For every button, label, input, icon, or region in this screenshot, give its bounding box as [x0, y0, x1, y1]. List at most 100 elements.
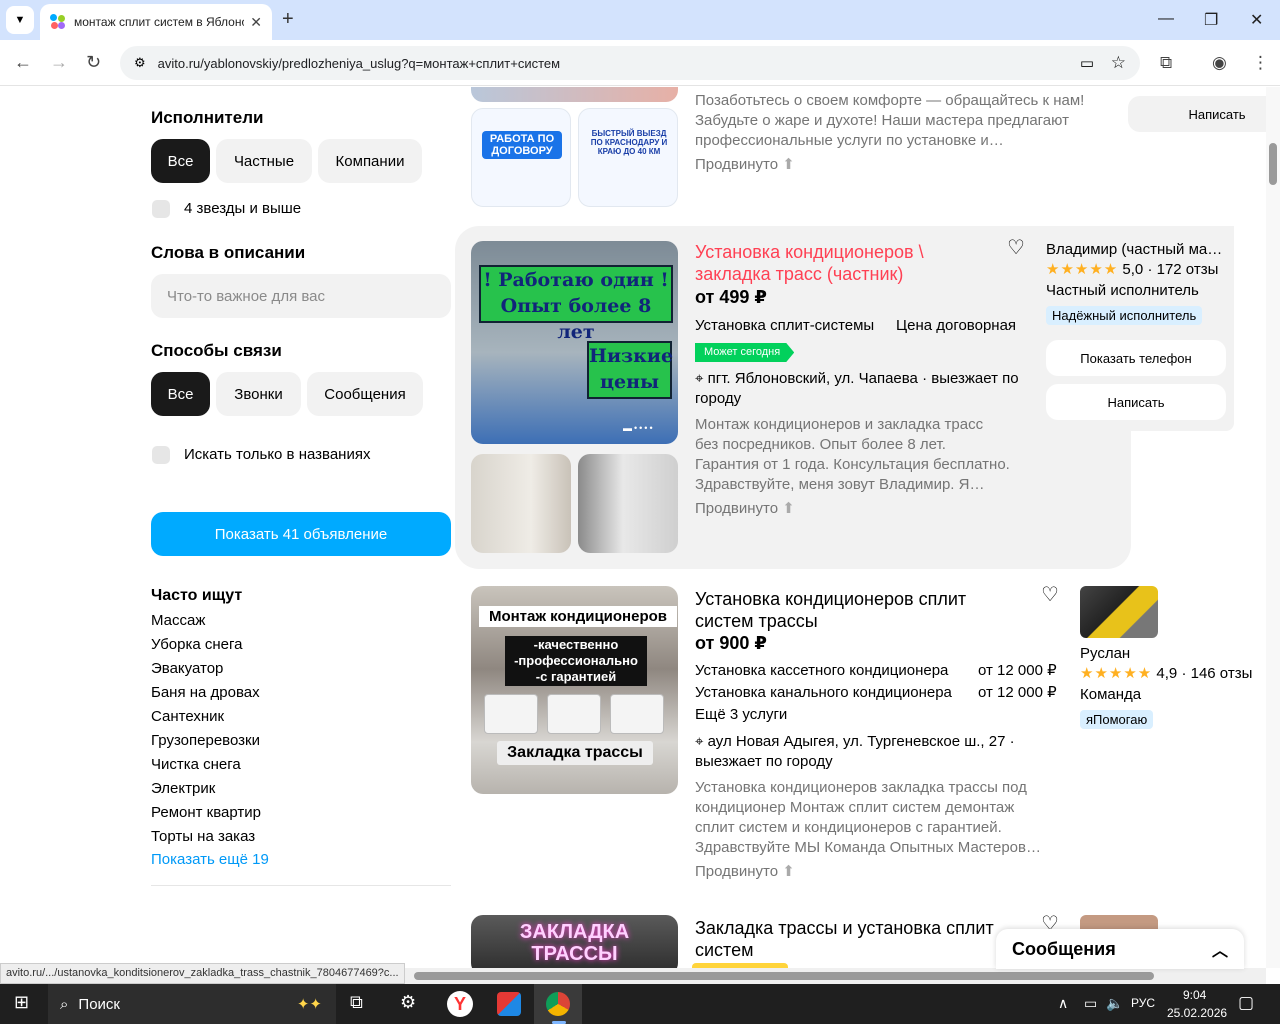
- browser-toolbar: ← → ↻ ⚙ avito.ru/yablonovskiy/predlozhen…: [0, 40, 1280, 86]
- clock-date[interactable]: 25.02.2026: [1167, 1006, 1227, 1020]
- popular-link[interactable]: Торты на заказ: [151, 828, 255, 845]
- titles-only-checkbox[interactable]: [152, 446, 170, 464]
- arrow-up-icon: ⬆: [782, 500, 795, 517]
- card3-image-main[interactable]: ЗАКЛАДКА ТРАССЫ: [471, 915, 678, 968]
- contact-all-button[interactable]: Все: [151, 372, 210, 416]
- popular-link[interactable]: Эвакуатор: [151, 660, 223, 677]
- card1-image-main[interactable]: ! Работаю один ! Опыт более 8 лет Низкие…: [471, 241, 678, 444]
- card2-img-line: -профессионально: [514, 653, 638, 668]
- search-icon: ⌕: [60, 995, 69, 1013]
- words-input[interactable]: Что-то важное для вас: [151, 274, 451, 318]
- card2-service-price: от 12 000 ₽: [978, 684, 1057, 701]
- card1-seller-name[interactable]: Владимир (частный ма…: [1046, 240, 1226, 260]
- card1-image-thumb[interactable]: [578, 454, 678, 553]
- notifications-icon[interactable]: ▢: [1238, 993, 1254, 1013]
- card2-seller-type: Команда: [1080, 686, 1142, 703]
- clock-time[interactable]: 9:04: [1183, 988, 1206, 1002]
- card2-service-price: от 12 000 ₽: [978, 662, 1057, 679]
- popular-link[interactable]: Сантехник: [151, 708, 224, 725]
- performers-all-button[interactable]: Все: [151, 139, 210, 183]
- app-icon[interactable]: [497, 992, 521, 1016]
- profile-icon[interactable]: ◉: [1212, 53, 1227, 73]
- popular-link[interactable]: Уборка снега: [151, 636, 243, 653]
- language-indicator[interactable]: РУС: [1131, 996, 1155, 1010]
- chevron-up-icon[interactable]: ︿: [1212, 937, 1228, 961]
- card2-title-link[interactable]: Установка кондиционеров сплит систем тра…: [695, 588, 995, 632]
- rating-stars-icon: ★★★★★: [1080, 665, 1153, 682]
- card2-desc-line: сплит систем и кондиционеров с гарантией…: [695, 819, 1002, 836]
- card1-show-phone-button[interactable]: Показать телефон: [1046, 340, 1226, 376]
- tab-list-button[interactable]: ▼: [6, 6, 34, 34]
- reload-icon[interactable]: ↻: [86, 52, 101, 73]
- card2-desc-line: Здравствуйте МЫ Команда Опытных Мастеров…: [695, 839, 1041, 856]
- cast-off-icon[interactable]: ▭: [1080, 54, 1094, 72]
- vertical-scrollbar[interactable]: [1266, 87, 1280, 968]
- card3-title-link[interactable]: Закладка трассы и установка сплит систем: [695, 917, 1015, 961]
- browser-tab[interactable]: монтаж сплит систем в Яблоновском ✕: [40, 4, 272, 40]
- popular-link[interactable]: Массаж: [151, 612, 205, 629]
- card2-image-main[interactable]: Монтаж кондиционеров -качественно -профе…: [471, 586, 678, 794]
- card2-rating: ★★★★★ 4,9 · 146 отзы: [1080, 665, 1253, 682]
- popular-more-link[interactable]: Показать ещё 19: [151, 851, 269, 868]
- minimize-button[interactable]: —: [1158, 10, 1174, 28]
- new-tab-button[interactable]: +: [282, 8, 294, 31]
- card1-reliable-badge: Надёжный исполнитель: [1046, 306, 1203, 325]
- performers-companies-button[interactable]: Компании: [318, 139, 422, 183]
- card2-desc-line: Установка кондиционеров закладка трассы …: [695, 779, 1027, 796]
- card0-image-thumb[interactable]: БЫСТРЫЙ ВЫЕЗД ПО КРАСНОДАРУ И КРАЮ ДО 40…: [578, 108, 678, 207]
- card2-seller-name[interactable]: Руслан: [1080, 644, 1130, 664]
- card0-image-thumb[interactable]: РАБОТА ПО ДОГОВОРУ: [471, 108, 571, 207]
- card2-more-services-link[interactable]: Ещё 3 услуги: [695, 705, 787, 725]
- card2-seller-avatar[interactable]: [1080, 586, 1158, 638]
- chrome-icon[interactable]: [546, 992, 570, 1016]
- card1-desc-line: Здравствуйте, меня зовут Владимир. Я…: [695, 476, 985, 493]
- contact-calls-button[interactable]: Звонки: [216, 372, 301, 416]
- card2-favorite-heart-icon[interactable]: ♡: [1041, 582, 1059, 607]
- volume-icon[interactable]: 🔈: [1106, 995, 1123, 1012]
- windows-taskbar: ⊞ ⌕ Поиск ✦✦ ⧉ ⚙ Y ∧ ▭ 🔈 РУС 9:04 25.02.…: [0, 984, 1280, 1024]
- arrow-up-icon: ⬆: [782, 863, 795, 880]
- menu-dots-icon[interactable]: ⋮: [1252, 53, 1269, 73]
- card1-title-link[interactable]: Установка кондиционеров \ закладка трасс…: [695, 241, 995, 285]
- settings-gear-icon[interactable]: ⚙: [400, 992, 416, 1013]
- network-icon[interactable]: ▭: [1084, 995, 1097, 1012]
- card1-price: от 499 ₽: [695, 287, 767, 307]
- task-view-icon[interactable]: ⧉: [350, 992, 363, 1013]
- card1-rating: ★★★★★ 5,0 · 172 отзы: [1046, 261, 1219, 278]
- tab-close-icon[interactable]: ✕: [250, 14, 262, 31]
- forward-arrow-icon[interactable]: →: [50, 52, 68, 73]
- contact-messages-button[interactable]: Сообщения: [307, 372, 423, 416]
- bookmark-star-icon[interactable]: ☆: [1111, 53, 1126, 73]
- popular-link[interactable]: Чистка снега: [151, 756, 241, 773]
- windows-start-icon[interactable]: ⊞: [14, 992, 29, 1013]
- close-window-button[interactable]: ✕: [1250, 10, 1263, 30]
- card2-img-line: -с гарантией: [535, 669, 617, 684]
- extensions-icon[interactable]: ⧉: [1160, 53, 1172, 73]
- popular-link[interactable]: Грузоперевозки: [151, 732, 260, 749]
- card0-image-main[interactable]: [471, 87, 678, 102]
- card1-write-button[interactable]: Написать: [1046, 384, 1226, 420]
- carousel-dots[interactable]: ▬••••: [623, 423, 655, 433]
- restore-button[interactable]: ❐: [1204, 10, 1218, 30]
- site-settings-icon[interactable]: ⚙: [134, 55, 146, 71]
- card0-write-button[interactable]: Написать: [1128, 96, 1280, 132]
- performers-private-button[interactable]: Частные: [216, 139, 312, 183]
- card1-img-line: цены: [599, 371, 660, 393]
- back-arrow-icon[interactable]: ←: [14, 52, 32, 73]
- show-results-button[interactable]: Показать 41 объявление: [151, 512, 451, 556]
- taskbar-search[interactable]: ⌕ Поиск ✦✦: [48, 984, 336, 1024]
- card0-desc-line: Забудьте о жаре и духоте! Наши мастера п…: [695, 112, 1069, 129]
- address-bar[interactable]: ⚙ avito.ru/yablonovskiy/predlozheniya_us…: [120, 46, 1140, 80]
- popular-link[interactable]: Электрик: [151, 780, 215, 797]
- card1-image-thumb[interactable]: [471, 454, 571, 553]
- messages-panel[interactable]: Сообщения ︿: [996, 929, 1244, 969]
- card1-favorite-heart-icon[interactable]: ♡: [1007, 235, 1025, 260]
- status-url-bar: avito.ru/.../ustanovka_konditsionerov_za…: [0, 963, 405, 984]
- yandex-browser-icon[interactable]: Y: [447, 991, 473, 1017]
- stars-checkbox[interactable]: [152, 200, 170, 218]
- divider: [151, 885, 451, 886]
- card1-image-banner: ! Работаю один ! Опыт более 8 лет: [479, 265, 673, 343]
- chevron-up-icon[interactable]: ∧: [1058, 995, 1068, 1012]
- popular-link[interactable]: Баня на дровах: [151, 684, 260, 701]
- popular-link[interactable]: Ремонт квартир: [151, 804, 261, 821]
